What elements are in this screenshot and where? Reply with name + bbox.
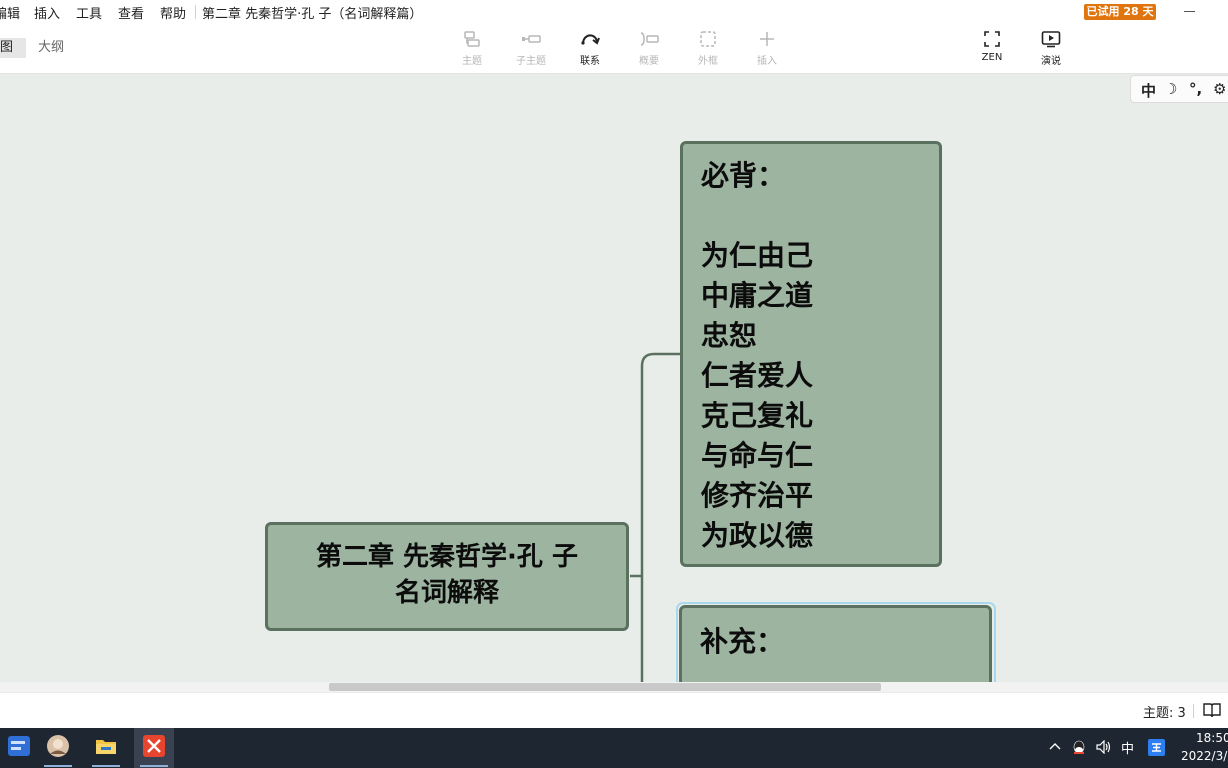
- central-topic-line1: 第二章 先秦哲学·孔 子: [316, 542, 578, 572]
- fullscreen-icon: [984, 31, 1000, 47]
- running-indicator: [140, 765, 168, 767]
- mindmap-canvas[interactable]: 中 ☽ °, ⚙ 第二章 先秦哲学·孔 子 名词解释 必背： 为仁由己 中庸之道…: [0, 75, 1228, 682]
- tab-map[interactable]: 图: [0, 38, 26, 58]
- relationship-button[interactable]: 联系: [566, 30, 614, 70]
- ime-mode-glyph[interactable]: 中: [1141, 80, 1156, 101]
- list-item: 为政以德: [701, 519, 814, 552]
- plus-icon: [760, 32, 774, 46]
- avatar-app-icon: [47, 735, 69, 757]
- zen-label: ZEN: [981, 52, 1003, 63]
- input-method-indicator[interactable]: 中: [1121, 738, 1134, 757]
- menu-edit[interactable]: 编辑: [0, 3, 20, 22]
- taskbar-app[interactable]: [0, 728, 40, 768]
- topic-title: 补充：: [700, 625, 785, 658]
- topic-supplement[interactable]: 补充：: [679, 605, 992, 682]
- chevron-up-icon[interactable]: [1049, 742, 1061, 750]
- subtopic-label: 子主题: [516, 56, 546, 67]
- list-item: 仁者爱人: [701, 359, 814, 392]
- clock-date[interactable]: 2022/3/: [1181, 749, 1227, 763]
- punctuation-icon[interactable]: °,: [1189, 80, 1202, 98]
- relationship-label: 联系: [580, 56, 600, 67]
- input-method-app-icon[interactable]: [1148, 739, 1165, 756]
- central-topic-line2: 名词解释: [394, 578, 499, 608]
- menu-help[interactable]: 帮助: [160, 3, 186, 22]
- minimize-icon[interactable]: [1184, 11, 1195, 12]
- app-blue-icon: [8, 736, 30, 756]
- list-item: 中庸之道: [701, 279, 814, 312]
- topic-count: 主题: 3: [1143, 706, 1186, 721]
- qq-icon[interactable]: [1071, 739, 1087, 757]
- gear-icon[interactable]: ⚙: [1213, 80, 1226, 98]
- summary-icon: [640, 32, 659, 46]
- horizontal-scrollbar[interactable]: [0, 682, 1228, 692]
- toolbar: 图 大纲 主题 子主题 联系 概要 外框 插入 ZEN 演说: [0, 24, 1228, 74]
- list-item: 修齐治平: [701, 479, 814, 512]
- book-icon[interactable]: [1203, 702, 1221, 718]
- boundary-button[interactable]: 外框: [684, 30, 732, 70]
- menu-divider: [195, 5, 196, 19]
- clock-time[interactable]: 18:50: [1196, 731, 1228, 745]
- zen-button[interactable]: ZEN: [968, 30, 1016, 70]
- topic-must-recite[interactable]: 必背： 为仁由己 中庸之道 忠恕 仁者爱人 克己复礼 与命与仁 修齐治平 为政以…: [680, 141, 942, 567]
- ime-toolbar[interactable]: 中 ☽ °, ⚙: [1130, 75, 1228, 103]
- subtopic-button[interactable]: 子主题: [507, 30, 555, 70]
- list-item: 克己复礼: [701, 399, 814, 432]
- volume-icon[interactable]: [1096, 740, 1112, 754]
- boundary-icon: [700, 31, 716, 47]
- list-item: 与命与仁: [701, 439, 814, 472]
- list-item: 为仁由己: [701, 239, 814, 272]
- menu-insert[interactable]: 插入: [34, 3, 60, 22]
- presentation-button[interactable]: 演说: [1027, 30, 1075, 70]
- insert-button[interactable]: 插入: [743, 30, 791, 70]
- status-divider: [1193, 704, 1194, 718]
- insert-label: 插入: [757, 56, 777, 67]
- boundary-label: 外框: [698, 56, 718, 67]
- trial-badge[interactable]: 已试用 28 天: [1084, 4, 1156, 20]
- topic-icon: [464, 31, 480, 47]
- running-indicator: [92, 765, 120, 767]
- menu-bar: 编辑 插入 工具 查看 帮助 第二章 先秦哲学·孔 子（名词解释篇） 已试用 2…: [0, 0, 1228, 24]
- topic-button[interactable]: 主题: [448, 30, 496, 70]
- taskbar-app[interactable]: [38, 728, 78, 768]
- taskbar-app[interactable]: [86, 728, 126, 768]
- central-topic[interactable]: 第二章 先秦哲学·孔 子 名词解释: [265, 522, 629, 631]
- moon-icon[interactable]: ☽: [1164, 80, 1177, 98]
- file-explorer-icon: [96, 740, 116, 754]
- xmind-window: 编辑 插入 工具 查看 帮助 第二章 先秦哲学·孔 子（名词解释篇） 已试用 2…: [0, 0, 1228, 768]
- list-item: 忠恕: [701, 319, 758, 352]
- menu-tools[interactable]: 工具: [76, 3, 102, 22]
- taskbar-app-active[interactable]: [134, 728, 174, 768]
- menu-view[interactable]: 查看: [118, 3, 144, 22]
- taskbar: 中 18:50 2022/3/: [0, 728, 1228, 768]
- xmind-icon: [143, 735, 165, 757]
- status-bar: 主题: 3: [0, 692, 1228, 728]
- running-indicator: [44, 765, 72, 767]
- subtopic-icon: [522, 35, 541, 43]
- topic-label: 主题: [462, 56, 482, 67]
- summary-label: 概要: [639, 56, 659, 67]
- relationship-icon: [581, 34, 600, 45]
- topic-title: 必背：: [701, 159, 786, 192]
- scrollbar-thumb[interactable]: [329, 683, 881, 691]
- summary-button[interactable]: 概要: [625, 30, 673, 70]
- presentation-label: 演说: [1041, 56, 1061, 67]
- tab-outline[interactable]: 大纲: [38, 38, 64, 58]
- document-title: 第二章 先秦哲学·孔 子（名词解释篇）: [202, 7, 423, 22]
- presentation-icon: [1041, 31, 1061, 48]
